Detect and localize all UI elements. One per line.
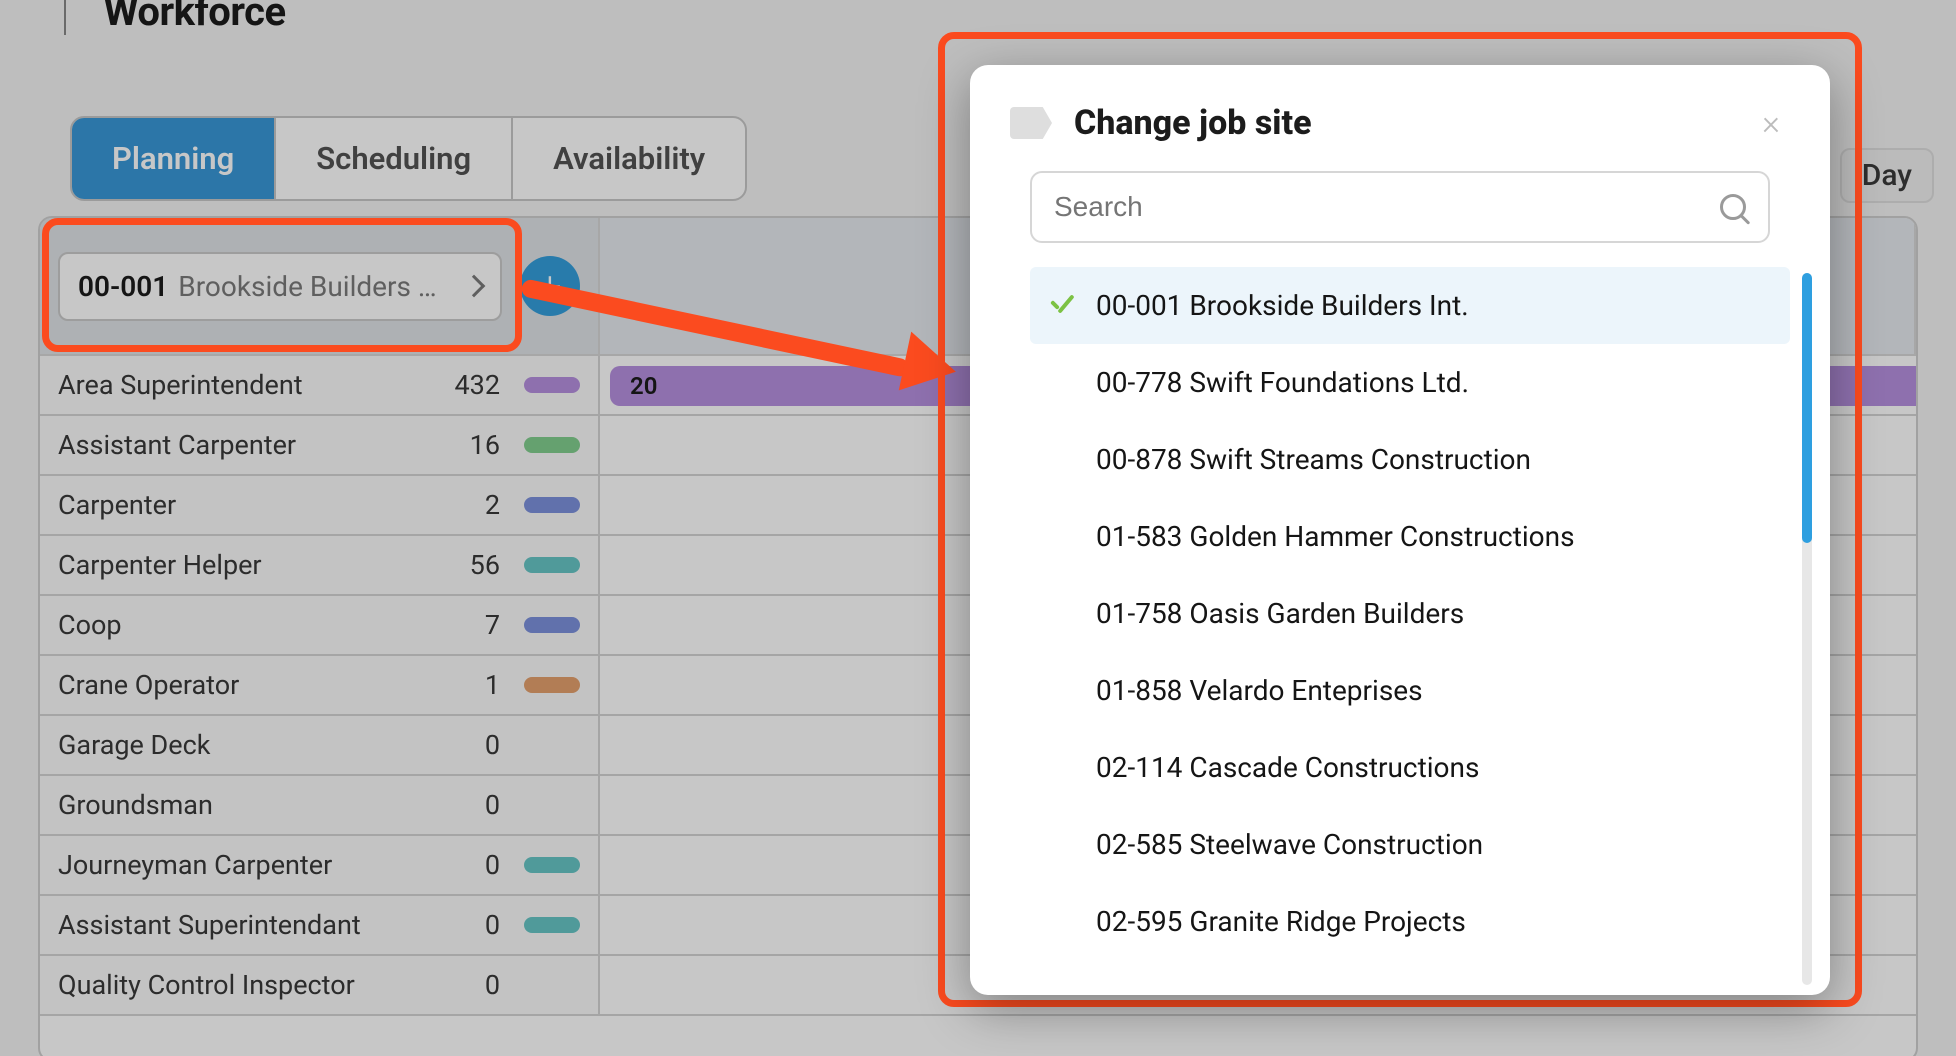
role-count-group: 2 (485, 489, 580, 521)
role-count-group: 56 (470, 549, 580, 581)
tab-availability[interactable]: Availability (513, 118, 745, 199)
options-list-wrap: 00-001 Brookside Builders Int. 00-778 Swi… (970, 267, 1830, 995)
page-title: Workforce (103, 0, 285, 35)
role-count: 1 (485, 669, 500, 701)
change-job-site-modal: Change job site × 00-001 Brookside Build… (970, 65, 1830, 995)
job-site-option[interactable]: 02-595 Granite Ridge Projects (1030, 883, 1790, 960)
job-site-option-label: 00-778 Swift Foundations Ltd. (1096, 366, 1469, 399)
role-color-pill (524, 917, 580, 933)
role-color-pill (524, 377, 580, 393)
role-count: 56 (470, 549, 500, 581)
role-label: Coop (58, 609, 122, 641)
search-input[interactable] (1054, 191, 1706, 223)
close-icon[interactable]: × (1752, 99, 1790, 147)
job-selector-wrap: 00-001 Brookside Builders … + (40, 218, 600, 354)
tab-planning[interactable]: Planning (72, 118, 276, 199)
job-code: 00-001 (78, 270, 168, 303)
job-site-option-label: 00-001 Brookside Builders Int. (1096, 289, 1469, 322)
role-count-group: 0 (485, 849, 580, 881)
role-count-group: 16 (470, 429, 580, 461)
role-row-left: Area Superintendent 432 (40, 356, 600, 414)
role-color-pill (524, 557, 580, 573)
job-site-option-label: 02-595 Granite Ridge Projects (1096, 905, 1466, 938)
job-site-option-label: 01-583 Golden Hammer Constructions (1096, 520, 1575, 553)
job-site-option-label: 01-758 Oasis Garden Builders (1096, 597, 1464, 630)
role-color-pill (524, 857, 580, 873)
modal-title: Change job site (1074, 103, 1730, 143)
role-count-group: 0 (485, 729, 580, 761)
role-color-pill (524, 677, 580, 693)
role-row-left: Assistant Carpenter 16 (40, 416, 600, 474)
options-list: 00-001 Brookside Builders Int. 00-778 Swi… (1030, 267, 1790, 995)
job-site-option[interactable]: 00-001 Brookside Builders Int. (1030, 267, 1790, 344)
role-count: 0 (485, 729, 500, 761)
job-site-option[interactable]: 01-758 Oasis Garden Builders (1030, 575, 1790, 652)
role-label: Garage Deck (58, 729, 210, 761)
check-icon (1048, 296, 1074, 316)
role-count-group: 0 (485, 909, 580, 941)
job-site-option[interactable]: 02-585 Steelwave Construction (1030, 806, 1790, 883)
role-row-left: Coop 7 (40, 596, 600, 654)
role-count-group: 7 (485, 609, 580, 641)
role-count: 0 (485, 969, 500, 1001)
search-box[interactable] (1030, 171, 1770, 243)
role-label: Carpenter Helper (58, 549, 262, 581)
role-color-pill (524, 437, 580, 453)
role-color-pill (524, 497, 580, 513)
role-row-left: Carpenter Helper 56 (40, 536, 600, 594)
job-site-option-label: 02-585 Steelwave Construction (1096, 828, 1483, 861)
role-count: 0 (485, 849, 500, 881)
job-name: Brookside Builders … (178, 270, 456, 303)
role-row-left: Groundsman 0 (40, 776, 600, 834)
role-count: 7 (485, 609, 500, 641)
job-site-option[interactable]: 02-114 Cascade Constructions (1030, 729, 1790, 806)
job-site-option[interactable]: 00-778 Swift Foundations Ltd. (1030, 344, 1790, 421)
role-label: Groundsman (58, 789, 213, 821)
plus-icon: + (539, 263, 562, 310)
tag-icon (1010, 107, 1052, 139)
role-label: Assistant Carpenter (58, 429, 296, 461)
chevron-right-icon (463, 275, 486, 298)
role-count: 432 (454, 369, 500, 401)
allocation-bar-next[interactable] (1876, 366, 1918, 406)
role-count: 0 (485, 789, 500, 821)
job-site-option[interactable]: 01-583 Golden Hammer Constructions (1030, 498, 1790, 575)
app-brand-row: Workforce (36, 0, 286, 35)
role-label: Quality Control Inspector (58, 969, 355, 1001)
role-color-pill (524, 617, 580, 633)
role-count: 16 (470, 429, 500, 461)
search-wrap (970, 171, 1830, 267)
view-tabbar: PlanningSchedulingAvailability (70, 116, 747, 201)
role-row-left: Journeyman Carpenter 0 (40, 836, 600, 894)
job-site-option-label: 01-858 Velardo Enteprises (1096, 674, 1423, 707)
add-job-button[interactable]: + (520, 256, 580, 316)
job-site-option-label: 00-878 Swift Streams Construction (1096, 443, 1531, 476)
job-site-selector[interactable]: 00-001 Brookside Builders … (58, 252, 502, 321)
role-row-left: Quality Control Inspector 0 (40, 956, 600, 1014)
timescale-toggle-day[interactable]: Day (1840, 148, 1934, 203)
role-count: 2 (485, 489, 500, 521)
scrollbar-thumb[interactable] (1802, 273, 1812, 543)
role-row-left: Crane Operator 1 (40, 656, 600, 714)
role-label: Journeyman Carpenter (58, 849, 332, 881)
role-count: 0 (485, 909, 500, 941)
role-count-group: 1 (485, 669, 580, 701)
job-site-option-label: 02-114 Cascade Constructions (1096, 751, 1479, 784)
job-site-option[interactable]: 01-858 Velardo Enteprises (1030, 652, 1790, 729)
role-row-left: Carpenter 2 (40, 476, 600, 534)
role-label: Area Superintendent (58, 369, 303, 401)
search-icon (1720, 194, 1746, 220)
tab-scheduling[interactable]: Scheduling (276, 118, 513, 199)
role-row-left: Assistant Superintendant 0 (40, 896, 600, 954)
brand-separator (64, 0, 66, 35)
job-site-option[interactable]: 00-878 Swift Streams Construction (1030, 421, 1790, 498)
role-label: Crane Operator (58, 669, 239, 701)
role-count-group: 0 (485, 789, 580, 821)
role-count-group: 0 (485, 969, 580, 1001)
role-count-group: 432 (454, 369, 580, 401)
role-label: Carpenter (58, 489, 176, 521)
modal-header: Change job site × (970, 65, 1830, 171)
role-label: Assistant Superintendant (58, 909, 361, 941)
role-row-left: Garage Deck 0 (40, 716, 600, 774)
